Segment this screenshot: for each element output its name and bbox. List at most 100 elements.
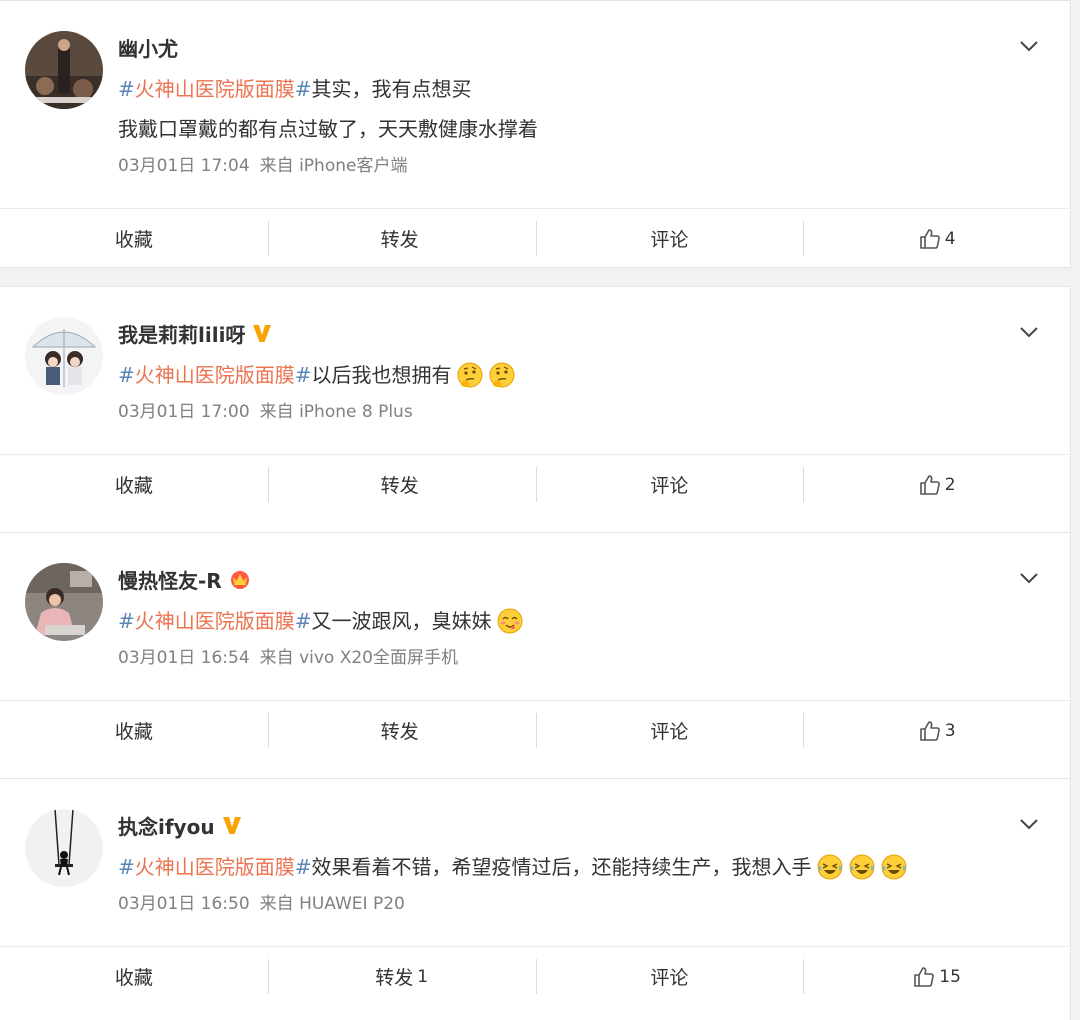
comment-button[interactable]: 评论 bbox=[535, 947, 804, 1006]
post-source: 来自 iPhone客户端 bbox=[259, 156, 408, 176]
post-content: # 火神山医院版面膜 # 效果看着不错，希望疫情过后，还能持续生产，我想入手 bbox=[118, 847, 1048, 887]
post-time[interactable]: 03月01日 17:04 bbox=[118, 156, 250, 176]
action-bar: 收藏 转发 1 评论 15 bbox=[0, 946, 1071, 1006]
comment-button[interactable]: 评论 bbox=[535, 701, 804, 760]
favorite-button[interactable]: 收藏 bbox=[0, 455, 268, 514]
thumbs-up-icon bbox=[919, 228, 941, 250]
post-content: # 火神山医院版面膜 # 以后我也想拥有 bbox=[118, 355, 1048, 395]
verified-v-icon[interactable] bbox=[221, 814, 243, 836]
like-button[interactable]: 3 bbox=[803, 701, 1071, 760]
favorite-button[interactable]: 收藏 bbox=[0, 209, 268, 268]
repost-button[interactable]: 转发 1 bbox=[267, 947, 536, 1006]
hashtag-close[interactable]: # bbox=[295, 601, 312, 641]
action-bar: 收藏 转发 评论 4 bbox=[0, 208, 1071, 268]
post-text: 以后我也想拥有 bbox=[311, 363, 452, 387]
repost-label: 转发 bbox=[380, 475, 419, 497]
repost-button[interactable]: 转发 bbox=[267, 209, 536, 268]
chevron-down-icon[interactable] bbox=[1018, 35, 1040, 57]
yummy-emoji-icon bbox=[496, 607, 524, 635]
favorite-label: 收藏 bbox=[114, 967, 153, 989]
username[interactable]: 我是莉莉lili呀 bbox=[118, 319, 245, 348]
weibo-feed: 幽小尤 # 火神山医院版面膜 # 其实，我有点想买 我戴口罩戴的都有点过敏了，天天敷健… bbox=[0, 0, 1080, 1020]
hashtag-close[interactable]: # bbox=[295, 847, 312, 887]
post-text-line: 我戴口罩戴的都有点过敏了，天天敷健康水撑着 bbox=[118, 109, 1048, 149]
post-source: 来自 HUAWEI P20 bbox=[259, 894, 405, 914]
comment-label: 评论 bbox=[650, 475, 689, 497]
comment-button[interactable]: 评论 bbox=[535, 455, 804, 514]
post-meta: 03月01日 16:54 来自 vivo X20全面屏手机 bbox=[118, 643, 458, 668]
comment-label: 评论 bbox=[650, 721, 689, 743]
repost-label: 转发 bbox=[380, 229, 419, 251]
action-bar: 收藏 转发 评论 2 bbox=[0, 454, 1071, 514]
hashtag-open[interactable]: # bbox=[118, 601, 135, 641]
avatar[interactable] bbox=[25, 317, 103, 395]
post-source: 来自 vivo X20全面屏手机 bbox=[259, 648, 459, 668]
comment-label: 评论 bbox=[650, 229, 689, 251]
favorite-label: 收藏 bbox=[114, 229, 153, 251]
laugh-cry-emoji-icon bbox=[880, 853, 908, 881]
username[interactable]: 慢热怪友-R bbox=[118, 565, 222, 594]
post-text-line: # 火神山医院版面膜 # 又一波跟风，臭妹妹 bbox=[118, 601, 1048, 641]
like-count: 2 bbox=[944, 474, 956, 495]
comment-label: 评论 bbox=[650, 967, 689, 989]
crown-badge-icon[interactable] bbox=[228, 568, 252, 590]
favorite-button[interactable]: 收藏 bbox=[0, 701, 268, 760]
hashtag-link[interactable]: 火神山医院版面膜 bbox=[135, 355, 295, 395]
avatar[interactable] bbox=[25, 809, 103, 887]
laugh-cry-emoji-icon bbox=[848, 853, 876, 881]
post-text-line: # 火神山医院版面膜 # 效果看着不错，希望疫情过后，还能持续生产，我想入手 bbox=[118, 847, 1048, 887]
favorite-label: 收藏 bbox=[114, 721, 153, 743]
like-button[interactable]: 2 bbox=[803, 455, 1071, 514]
thumbs-up-icon bbox=[913, 966, 935, 988]
post-meta: 03月01日 17:04 来自 iPhone客户端 bbox=[118, 151, 407, 176]
avatar[interactable] bbox=[25, 563, 103, 641]
username[interactable]: 幽小尤 bbox=[118, 33, 178, 62]
post-time[interactable]: 03月01日 16:50 bbox=[118, 894, 250, 914]
post-text: 又一波跟风，臭妹妹 bbox=[311, 609, 492, 633]
post-content: # 火神山医院版面膜 # 其实，我有点想买 我戴口罩戴的都有点过敏了，天天敷健康水撑着 bbox=[118, 69, 1048, 149]
post-card: 我是莉莉lili呀 # 火神山医院版面膜 # 以后我也想拥有 03月01日 17:00… bbox=[0, 286, 1071, 554]
avatar[interactable] bbox=[25, 31, 103, 109]
repost-label: 转发 bbox=[375, 967, 414, 989]
post-card: 幽小尤 # 火神山医院版面膜 # 其实，我有点想买 我戴口罩戴的都有点过敏了，天天敷健… bbox=[0, 0, 1071, 268]
post-text: 效果看着不错，希望疫情过后，还能持续生产，我想入手 bbox=[311, 855, 812, 879]
post-text: 其实，我有点想买 bbox=[311, 77, 472, 101]
thinking-emoji-icon bbox=[456, 361, 484, 389]
laugh-cry-emoji-icon bbox=[816, 853, 844, 881]
like-count: 15 bbox=[939, 966, 961, 987]
chevron-down-icon[interactable] bbox=[1018, 813, 1040, 835]
comment-button[interactable]: 评论 bbox=[535, 209, 804, 268]
post-source: 来自 iPhone 8 Plus bbox=[259, 402, 413, 422]
like-count: 4 bbox=[944, 228, 956, 249]
like-count: 3 bbox=[944, 720, 956, 741]
hashtag-open[interactable]: # bbox=[118, 847, 135, 887]
post-meta: 03月01日 17:00 来自 iPhone 8 Plus bbox=[118, 397, 413, 422]
like-button[interactable]: 4 bbox=[803, 209, 1071, 268]
chevron-down-icon[interactable] bbox=[1018, 567, 1040, 589]
favorite-button[interactable]: 收藏 bbox=[0, 947, 268, 1006]
like-button[interactable]: 15 bbox=[803, 947, 1071, 1006]
post-time[interactable]: 03月01日 16:54 bbox=[118, 648, 250, 668]
repost-button[interactable]: 转发 bbox=[267, 701, 536, 760]
hashtag-open[interactable]: # bbox=[118, 355, 135, 395]
post-text-line: # 火神山医院版面膜 # 其实，我有点想买 bbox=[118, 69, 1048, 109]
hashtag-link[interactable]: 火神山医院版面膜 bbox=[135, 69, 295, 109]
post-card: 执念ifyou # 火神山医院版面膜 # 效果看着不错，希望疫情过后，还能持续生产，我… bbox=[0, 778, 1071, 1020]
hashtag-close[interactable]: # bbox=[295, 355, 312, 395]
thumbs-up-icon bbox=[919, 474, 941, 496]
thinking-emoji-icon bbox=[488, 361, 516, 389]
repost-count: 1 bbox=[417, 966, 429, 987]
repost-button[interactable]: 转发 bbox=[267, 455, 536, 514]
post-time[interactable]: 03月01日 17:00 bbox=[118, 402, 250, 422]
thumbs-up-icon bbox=[919, 720, 941, 742]
favorite-label: 收藏 bbox=[114, 475, 153, 497]
action-bar: 收藏 转发 评论 3 bbox=[0, 700, 1071, 760]
username[interactable]: 执念ifyou bbox=[118, 811, 215, 840]
hashtag-close[interactable]: # bbox=[295, 69, 312, 109]
hashtag-link[interactable]: 火神山医院版面膜 bbox=[135, 847, 295, 887]
post-text-line2: 我戴口罩戴的都有点过敏了，天天敷健康水撑着 bbox=[118, 117, 538, 141]
hashtag-open[interactable]: # bbox=[118, 69, 135, 109]
chevron-down-icon[interactable] bbox=[1018, 321, 1040, 343]
hashtag-link[interactable]: 火神山医院版面膜 bbox=[135, 601, 295, 641]
verified-v-icon[interactable] bbox=[251, 322, 273, 344]
